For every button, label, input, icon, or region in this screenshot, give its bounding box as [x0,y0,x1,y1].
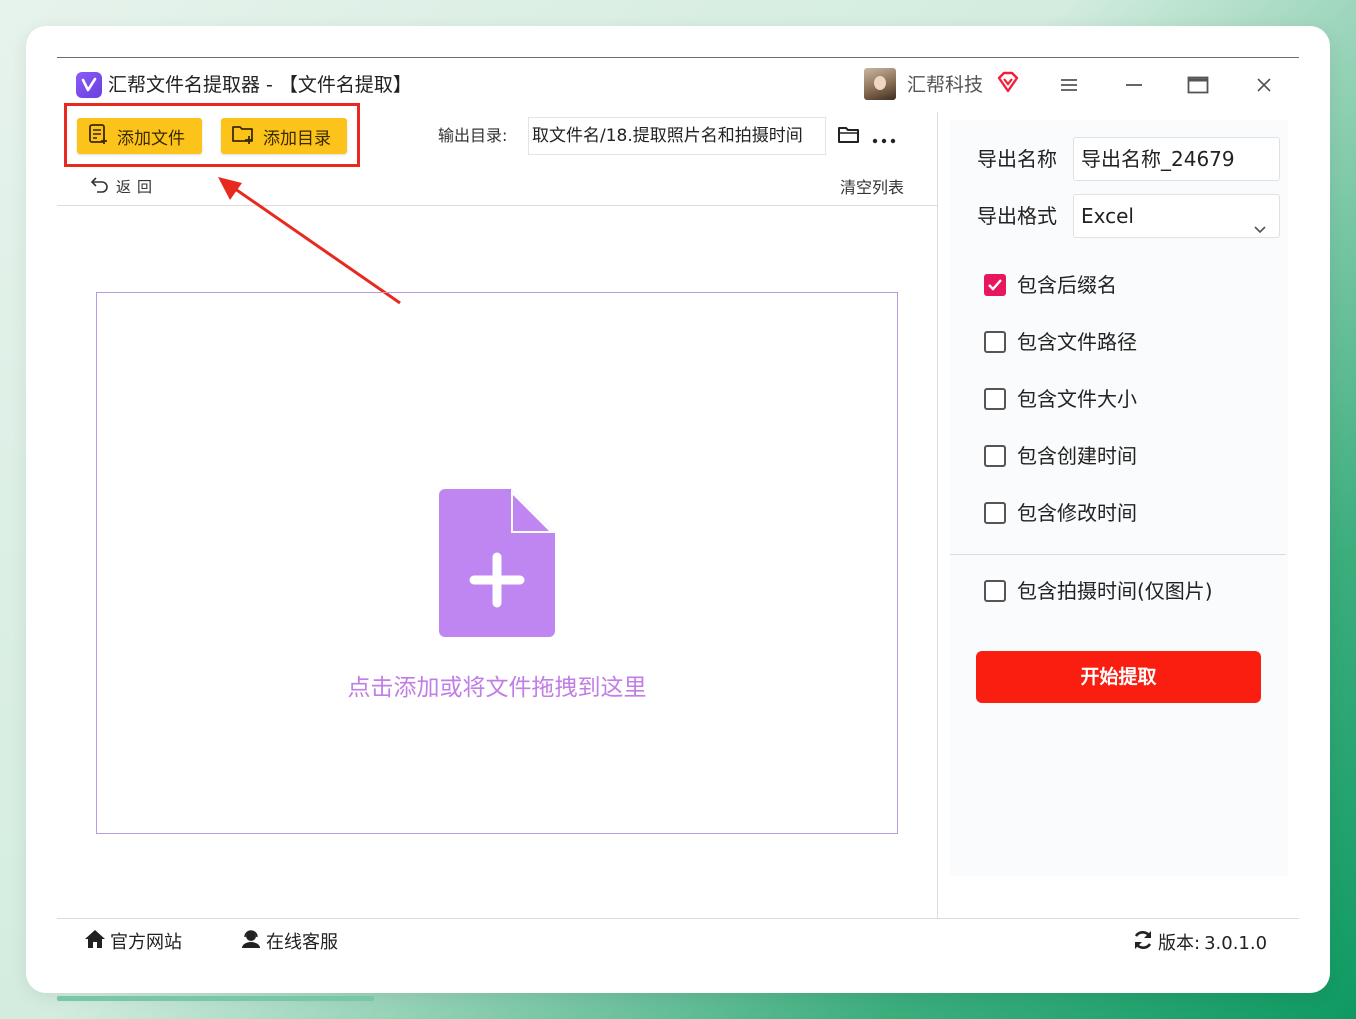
start-extract-button[interactable]: 开始提取 [976,651,1261,703]
export-format-select[interactable]: Excel [1073,194,1280,238]
browse-folder-icon[interactable] [837,125,861,149]
option-checkbox-path[interactable] [984,331,1006,353]
support-agent-icon [240,929,262,957]
option-checkbox-modified[interactable] [984,502,1006,524]
toolbar-divider [57,205,937,206]
option-checkbox-size[interactable] [984,388,1006,410]
back-arrow-icon [90,175,110,197]
user-avatar[interactable] [864,68,896,100]
home-icon [84,929,106,957]
export-format-value: Excel [1081,204,1134,228]
drop-hint-text: 点击添加或将文件拖拽到这里 [347,675,647,701]
annotation-arrow [218,177,401,305]
output-dir-label: 输出目录: [438,126,508,145]
add-file-document-icon[interactable] [439,489,555,641]
checkmark-icon [988,279,1002,291]
brand-name: 汇帮科技 [907,74,984,96]
option-label-suffix: 包含后缀名 [1017,273,1117,297]
export-name-label: 导出名称 [977,147,1057,171]
add-directory-label: 添加目录 [263,128,331,149]
option-label-path: 包含文件路径 [1017,330,1137,354]
options-divider [950,554,1286,555]
option-label-size: 包含文件大小 [1017,387,1137,411]
app-logo-icon [76,72,102,98]
add-file-label: 添加文件 [117,128,185,149]
panel-divider [937,112,938,918]
maximize-icon[interactable] [1186,72,1210,98]
version-value: 3.0.1.0 [1204,933,1268,954]
add-directory-button[interactable]: 添加目录 [221,118,347,154]
official-website-label: 官方网站 [110,932,182,953]
refresh-icon[interactable] [1132,929,1154,959]
option-checkbox-created[interactable] [984,445,1006,467]
close-icon[interactable] [1252,72,1276,98]
online-support-link[interactable]: 在线客服 [240,929,338,957]
menu-icon[interactable] [1057,72,1081,98]
add-file-button[interactable]: 添加文件 [77,118,202,154]
window-title: 汇帮文件名提取器 - 【文件名提取】 [108,74,412,96]
online-support-label: 在线客服 [266,932,338,953]
option-checkbox-photo-time[interactable] [984,580,1006,602]
output-dir-field[interactable]: 取文件名/18.提取照片名和拍摄时间 [528,117,826,155]
back-button[interactable]: 返回 [90,175,158,197]
more-options-icon[interactable] [872,130,896,149]
version-label: 版本: [1158,933,1201,954]
clear-list-button[interactable]: 清空列表 [840,174,904,198]
option-label-photo-time: 包含拍摄时间(仅图片) [1017,579,1213,603]
add-file-icon [87,123,109,150]
option-label-created: 包含创建时间 [1017,444,1137,468]
option-label-modified: 包含修改时间 [1017,501,1137,525]
add-folder-icon [231,123,255,150]
footer-divider [57,918,1299,919]
vip-diamond-icon[interactable] [996,70,1020,98]
back-label: 返回 [116,177,159,196]
output-dir-value: 取文件名/18.提取照片名和拍摄时间 [532,126,803,146]
export-format-label: 导出格式 [977,204,1057,228]
chevron-down-icon [1253,209,1267,251]
horizontal-scrollbar[interactable] [57,996,374,1001]
option-checkbox-suffix[interactable] [984,274,1006,296]
version-info: 版本: 3.0.1.0 [1132,929,1267,959]
minimize-icon[interactable] [1122,72,1146,98]
official-website-link[interactable]: 官方网站 [84,929,182,957]
export-name-input[interactable]: 导出名称_24679 [1073,137,1280,181]
